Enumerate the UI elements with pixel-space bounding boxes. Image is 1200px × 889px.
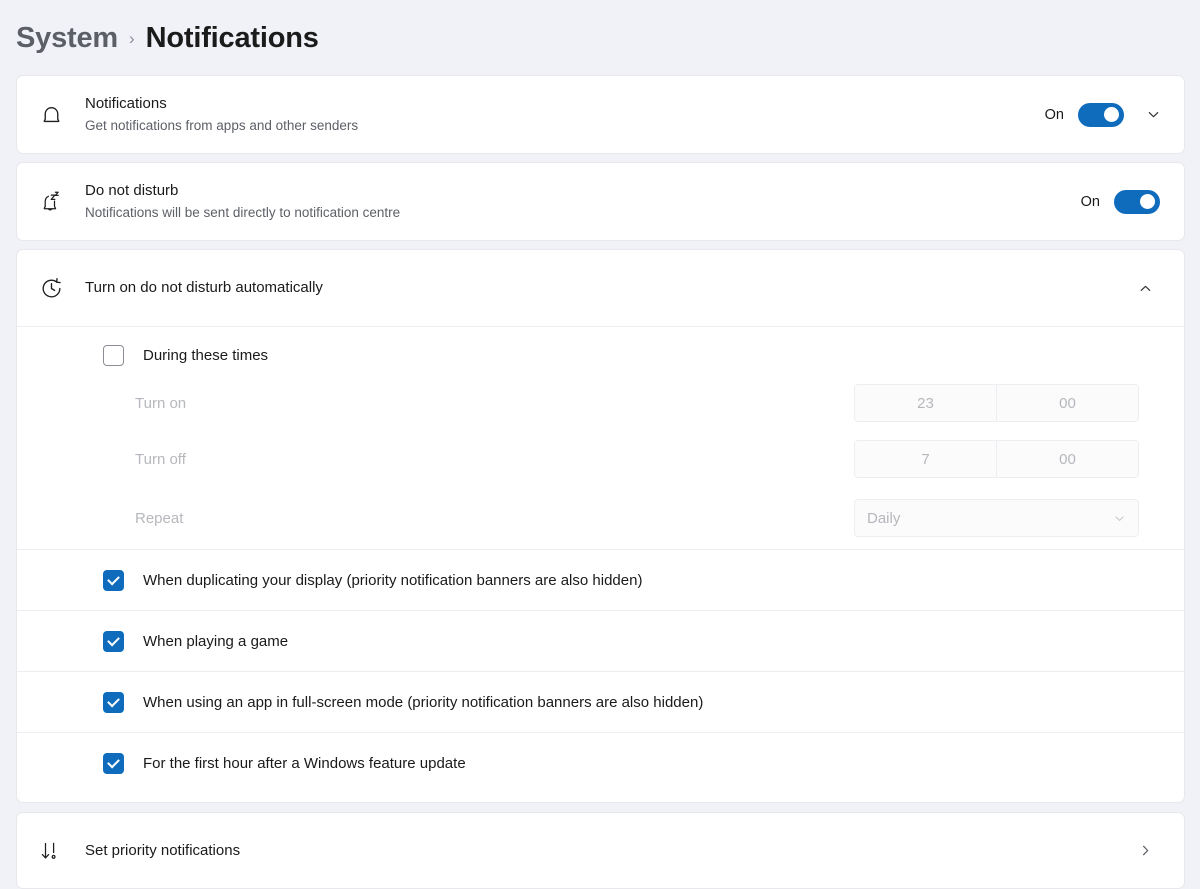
condition-label-full-screen: When using an app in full-screen mode (p… bbox=[143, 693, 704, 711]
condition-row-feature-update[interactable]: For the first hour after a Windows featu… bbox=[17, 733, 1184, 793]
condition-row-playing-game[interactable]: When playing a game bbox=[17, 611, 1184, 671]
turn-on-label: Turn on bbox=[135, 394, 187, 412]
during-these-times-label: During these times bbox=[143, 346, 269, 364]
turn-off-hour-input[interactable]: 7 bbox=[855, 441, 996, 477]
turn-on-time-row: Turn on 23 00 bbox=[17, 375, 1184, 431]
priority-arrow-icon bbox=[17, 838, 85, 864]
during-these-times-row[interactable]: During these times bbox=[17, 327, 1184, 375]
auto-dnd-texts: Turn on do not disturb automatically bbox=[85, 278, 1130, 298]
card-priority-notifications[interactable]: Set priority notifications bbox=[16, 812, 1185, 889]
condition-label-playing-game: When playing a game bbox=[143, 632, 289, 650]
repeat-row: Repeat Daily bbox=[17, 487, 1184, 549]
condition-row-full-screen[interactable]: When using an app in full-screen mode (p… bbox=[17, 672, 1184, 732]
bell-icon bbox=[17, 102, 85, 127]
condition-checkbox-full-screen[interactable] bbox=[103, 691, 124, 713]
auto-dnd-controls bbox=[1130, 273, 1184, 303]
breadcrumb-separator-icon: › bbox=[128, 29, 135, 48]
do-not-disturb-texts: Do not disturb Notifications will be sen… bbox=[85, 181, 1081, 222]
priority-notifications-row[interactable]: Set priority notifications bbox=[17, 813, 1184, 888]
do-not-disturb-row[interactable]: Do not disturb Notifications will be sen… bbox=[17, 163, 1184, 240]
breadcrumb: System › Notifications bbox=[0, 0, 1200, 62]
toggle-knob bbox=[1140, 194, 1155, 209]
bell-sleep-icon bbox=[17, 189, 85, 215]
chevron-down-icon bbox=[1113, 512, 1126, 525]
notifications-texts: Notifications Get notifications from app… bbox=[85, 94, 1045, 135]
notifications-toggle[interactable] bbox=[1078, 102, 1124, 127]
auto-dnd-expanded-content: During these times Turn on 23 00 Turn of… bbox=[17, 327, 1184, 793]
do-not-disturb-toggle[interactable] bbox=[1114, 189, 1160, 214]
condition-label-duplicating-display: When duplicating your display (priority … bbox=[143, 571, 643, 589]
condition-checkbox-duplicating-display[interactable] bbox=[103, 569, 124, 591]
notifications-controls: On bbox=[1045, 100, 1184, 130]
priority-notifications-title: Set priority notifications bbox=[85, 841, 241, 859]
auto-dnd-title: Turn on do not disturb automatically bbox=[85, 279, 323, 296]
during-these-times-checkbox[interactable] bbox=[103, 344, 124, 366]
condition-checkbox-feature-update[interactable] bbox=[103, 752, 124, 774]
turn-off-minute-input[interactable]: 00 bbox=[996, 441, 1138, 477]
breadcrumb-parent-system[interactable]: System bbox=[16, 22, 118, 55]
do-not-disturb-controls: On bbox=[1080, 189, 1184, 214]
turn-off-label: Turn off bbox=[135, 450, 186, 468]
turn-on-minute-input[interactable]: 00 bbox=[996, 385, 1138, 421]
notifications-row[interactable]: Notifications Get notifications from app… bbox=[17, 76, 1184, 153]
card-auto-do-not-disturb: Turn on do not disturb automatically Dur… bbox=[16, 249, 1185, 803]
do-not-disturb-title: Do not disturb bbox=[85, 182, 179, 199]
turn-on-time-fields: 23 00 bbox=[854, 384, 1139, 422]
toggle-knob bbox=[1104, 107, 1119, 122]
turn-off-time-fields: 7 00 bbox=[854, 440, 1139, 478]
turn-off-time-row: Turn off 7 00 bbox=[17, 431, 1184, 487]
turn-on-hour-input[interactable]: 23 bbox=[855, 385, 996, 421]
notifications-toggle-label: On bbox=[1044, 106, 1064, 123]
clock-icon bbox=[17, 276, 85, 301]
chevron-up-icon[interactable] bbox=[1130, 273, 1160, 303]
card-do-not-disturb: Do not disturb Notifications will be sen… bbox=[16, 162, 1185, 241]
condition-checkbox-playing-game[interactable] bbox=[103, 630, 124, 652]
auto-dnd-header-row[interactable]: Turn on do not disturb automatically bbox=[17, 250, 1184, 326]
card-notifications: Notifications Get notifications from app… bbox=[16, 75, 1185, 154]
notifications-subtitle: Get notifications from apps and other se… bbox=[85, 118, 359, 133]
condition-label-feature-update: For the first hour after a Windows featu… bbox=[143, 754, 466, 772]
chevron-down-icon[interactable] bbox=[1138, 100, 1168, 130]
repeat-dropdown[interactable]: Daily bbox=[854, 499, 1139, 537]
repeat-value: Daily bbox=[867, 509, 901, 527]
repeat-label: Repeat bbox=[135, 509, 184, 527]
notifications-title: Notifications bbox=[85, 95, 167, 112]
settings-page: System › Notifications Notifications Get… bbox=[0, 0, 1200, 889]
do-not-disturb-subtitle: Notifications will be sent directly to n… bbox=[85, 205, 401, 220]
chevron-right-icon[interactable] bbox=[1130, 836, 1160, 866]
priority-notifications-texts: Set priority notifications bbox=[85, 841, 1130, 861]
priority-notifications-controls bbox=[1130, 836, 1184, 866]
do-not-disturb-toggle-label: On bbox=[1080, 193, 1100, 210]
condition-row-duplicating-display[interactable]: When duplicating your display (priority … bbox=[17, 550, 1184, 610]
page-title: Notifications bbox=[145, 21, 319, 54]
